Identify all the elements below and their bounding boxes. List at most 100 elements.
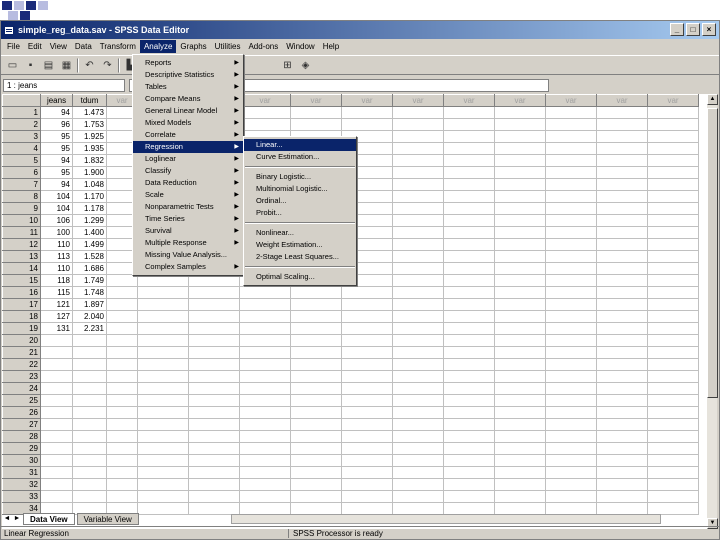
data-cell[interactable] (137, 322, 189, 335)
data-cell[interactable] (239, 298, 291, 311)
data-cell[interactable] (443, 250, 495, 263)
menu-item-general-linear-model[interactable]: General Linear Model ▶ (133, 105, 243, 117)
data-cell[interactable] (290, 442, 342, 455)
data-cell[interactable] (494, 430, 546, 443)
data-cell[interactable] (106, 310, 138, 323)
data-cell[interactable] (341, 454, 393, 467)
data-cell[interactable] (106, 442, 138, 455)
data-cell[interactable] (392, 250, 444, 263)
data-cell[interactable] (392, 202, 444, 215)
data-cell[interactable] (545, 178, 597, 191)
data-cell[interactable] (494, 106, 546, 119)
data-cell[interactable] (40, 430, 73, 443)
data-cell[interactable] (40, 406, 73, 419)
data-cell[interactable] (106, 430, 138, 443)
minimize-button[interactable]: _ (670, 23, 684, 36)
data-cell[interactable]: 2.040 (72, 310, 107, 323)
data-cell[interactable] (494, 130, 546, 143)
data-cell[interactable] (341, 382, 393, 395)
row-header[interactable]: 27 (2, 418, 41, 431)
menu-item-compare-means[interactable]: Compare Means ▶ (133, 93, 243, 105)
data-cell[interactable]: 95 (40, 130, 73, 143)
tab-prev-icon[interactable]: ◄ (3, 515, 11, 522)
data-cell[interactable] (392, 490, 444, 503)
use-sets-icon[interactable]: ◈ (298, 58, 313, 73)
row-header[interactable]: 20 (2, 334, 41, 347)
menu-item-nonlinear[interactable]: Nonlinear... (244, 227, 356, 239)
data-cell[interactable] (443, 490, 495, 503)
menu-item-complex-samples[interactable]: Complex Samples ▶ (133, 261, 243, 273)
data-cell[interactable] (392, 430, 444, 443)
data-cell[interactable] (443, 466, 495, 479)
data-cell[interactable] (72, 346, 107, 359)
data-cell[interactable] (188, 442, 240, 455)
data-cell[interactable]: 127 (40, 310, 73, 323)
data-cell[interactable] (392, 178, 444, 191)
data-cell[interactable]: 94 (40, 106, 73, 119)
data-cell[interactable]: 2.231 (72, 322, 107, 335)
open-icon[interactable]: ▭ (5, 58, 20, 73)
data-cell[interactable] (545, 106, 597, 119)
data-cell[interactable] (545, 382, 597, 395)
data-cell[interactable] (545, 286, 597, 299)
menu-item-survival[interactable]: Survival ▶ (133, 225, 243, 237)
row-header[interactable]: 19 (2, 322, 41, 335)
data-cell[interactable] (341, 358, 393, 371)
data-cell[interactable] (290, 490, 342, 503)
print-icon[interactable]: ▤ (41, 58, 56, 73)
data-cell[interactable] (40, 334, 73, 347)
data-cell[interactable] (545, 334, 597, 347)
data-cell[interactable] (40, 454, 73, 467)
data-cell[interactable] (545, 118, 597, 131)
column-header[interactable]: var (647, 94, 699, 107)
data-cell[interactable] (392, 394, 444, 407)
data-cell[interactable] (341, 442, 393, 455)
data-cell[interactable] (137, 334, 189, 347)
data-cell[interactable] (545, 490, 597, 503)
data-cell[interactable] (545, 142, 597, 155)
row-header[interactable]: 10 (2, 214, 41, 227)
data-cell[interactable] (647, 298, 699, 311)
menu-data[interactable]: Data (71, 40, 96, 53)
column-header[interactable]: var (341, 94, 393, 107)
data-cell[interactable]: 94 (40, 178, 73, 191)
data-cell[interactable] (443, 454, 495, 467)
data-cell[interactable] (137, 442, 189, 455)
data-cell[interactable] (392, 274, 444, 287)
data-cell[interactable] (443, 106, 495, 119)
data-cell[interactable] (137, 382, 189, 395)
data-cell[interactable] (290, 466, 342, 479)
row-header[interactable]: 11 (2, 226, 41, 239)
row-header[interactable]: 8 (2, 190, 41, 203)
data-cell[interactable] (341, 310, 393, 323)
data-cell[interactable] (545, 298, 597, 311)
data-cell[interactable] (290, 382, 342, 395)
data-cell[interactable]: 1.748 (72, 286, 107, 299)
data-cell[interactable] (40, 442, 73, 455)
data-cell[interactable] (392, 370, 444, 383)
data-cell[interactable]: 110 (40, 262, 73, 275)
data-cell[interactable] (545, 418, 597, 431)
data-cell[interactable] (188, 346, 240, 359)
row-header[interactable]: 15 (2, 274, 41, 287)
menu-item-nonparametric-tests[interactable]: Nonparametric Tests ▶ (133, 201, 243, 213)
data-cell[interactable] (137, 346, 189, 359)
dialog-recall-icon[interactable]: ▦ (59, 58, 74, 73)
data-cell[interactable]: 1.686 (72, 262, 107, 275)
menu-analyze[interactable]: Analyze (139, 40, 177, 53)
data-cell[interactable] (341, 346, 393, 359)
data-cell[interactable] (341, 418, 393, 431)
data-cell[interactable]: 94 (40, 154, 73, 167)
data-cell[interactable] (239, 394, 291, 407)
data-cell[interactable]: 1.178 (72, 202, 107, 215)
data-cell[interactable] (106, 286, 138, 299)
row-header[interactable]: 31 (2, 466, 41, 479)
data-cell[interactable] (106, 454, 138, 467)
data-cell[interactable] (596, 154, 648, 167)
data-cell[interactable] (40, 418, 73, 431)
data-cell[interactable] (72, 382, 107, 395)
data-cell[interactable] (494, 334, 546, 347)
data-cell[interactable] (647, 178, 699, 191)
data-cell[interactable] (188, 274, 240, 287)
data-cell[interactable] (392, 118, 444, 131)
